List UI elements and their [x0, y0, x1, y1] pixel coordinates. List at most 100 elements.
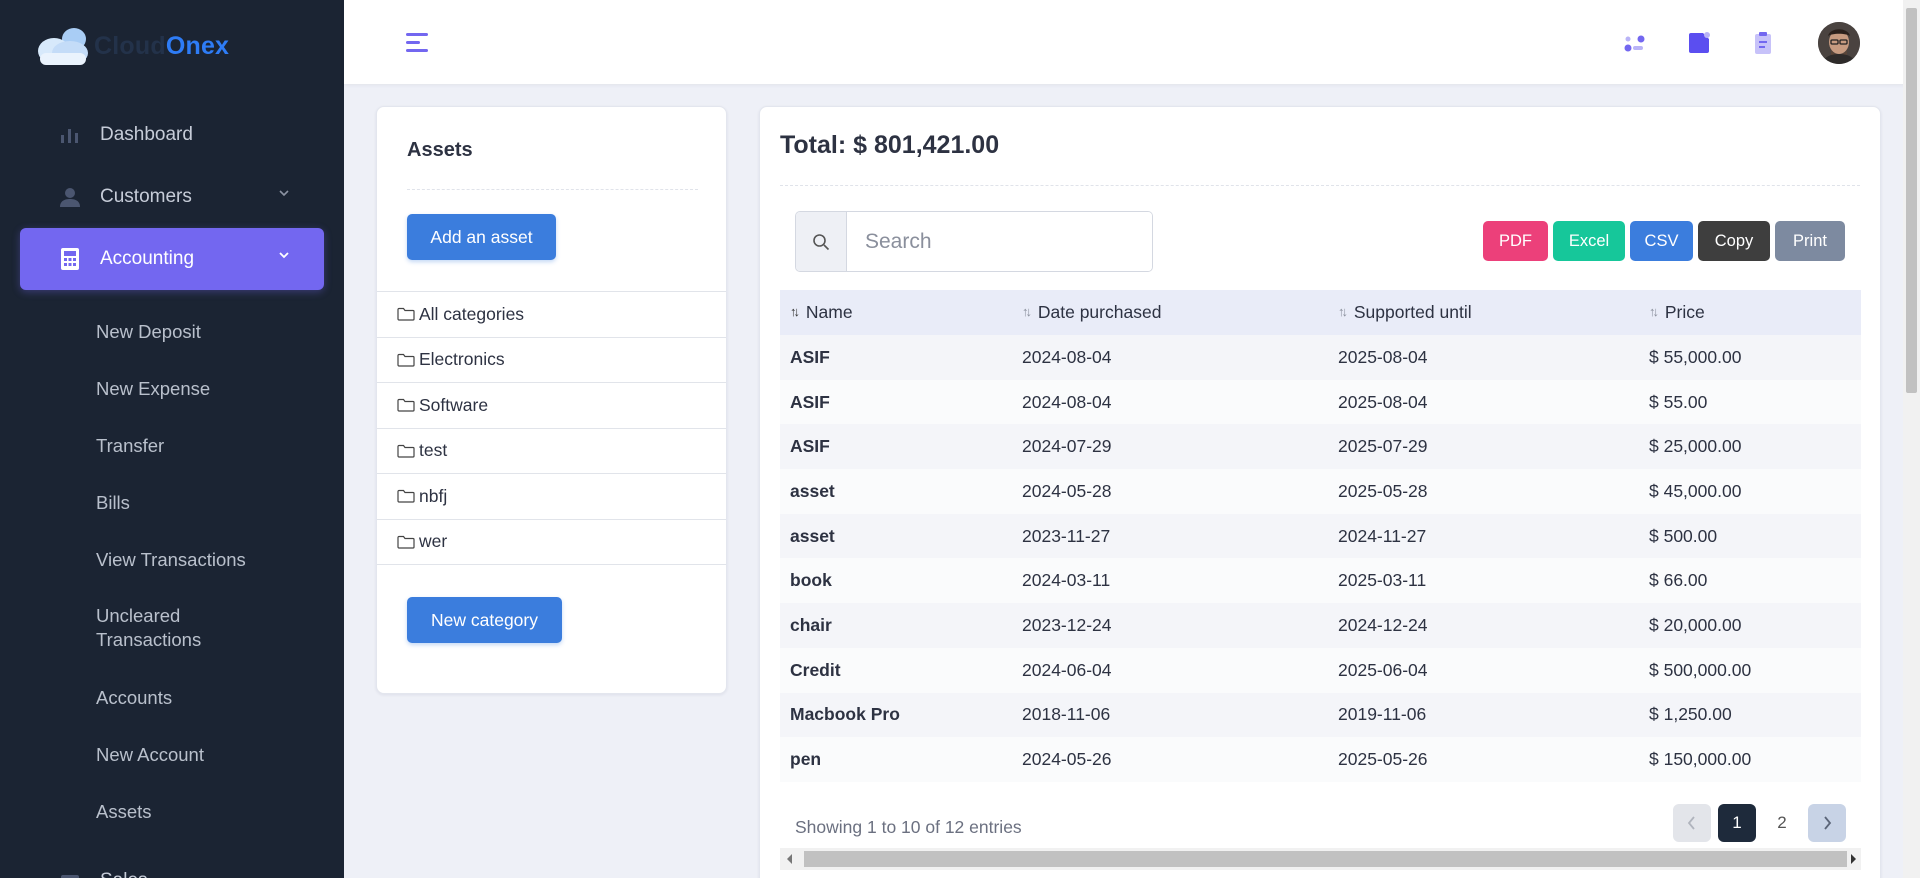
cell-name[interactable]: Credit	[780, 647, 1012, 693]
category-item[interactable]: test	[377, 429, 726, 474]
user-icon	[56, 183, 84, 211]
table-header-row: ↑↓ Name ↑↓ Date purchased ↑↓ Supported u…	[780, 290, 1861, 335]
cell-date-purchased: 2023-12-24	[1012, 603, 1328, 648]
folder-icon	[397, 490, 415, 503]
sidebar-item-label: Accounting	[100, 248, 195, 269]
new-category-button[interactable]: New category	[407, 597, 562, 643]
cell-price: $ 500.00	[1639, 513, 1861, 559]
scroll-left-arrow-icon[interactable]	[786, 853, 794, 865]
cell-name[interactable]: asset	[780, 469, 1012, 514]
search-box	[795, 211, 1153, 272]
sidebar-subitem-new-expense[interactable]: New Expense	[96, 377, 210, 401]
category-item[interactable]: wer	[377, 520, 726, 565]
column-header-price[interactable]: ↑↓ Price	[1639, 290, 1861, 335]
folder-icon	[397, 399, 415, 412]
sidebar-subitem-assets[interactable]: Assets	[96, 800, 152, 824]
cell-name[interactable]: Macbook Pro	[780, 692, 1012, 738]
notes-icon[interactable]	[1686, 30, 1712, 56]
folder-icon	[397, 444, 415, 458]
search-input[interactable]	[847, 212, 1152, 271]
cell-name[interactable]: book	[780, 558, 1012, 604]
vertical-scrollbar[interactable]	[1903, 0, 1920, 878]
bar-chart-icon	[56, 121, 84, 149]
table-row[interactable]: pen 2024-05-26 2025-05-26 $ 150,000.00	[780, 737, 1861, 782]
sidebar-item-label: Dashboard	[100, 124, 193, 145]
export-pdf-button[interactable]: PDF	[1483, 221, 1548, 261]
sidebar-subitem-transfer[interactable]: Transfer	[96, 434, 164, 458]
apps-icon[interactable]	[1622, 30, 1648, 56]
table-row[interactable]: ASIF 2024-08-04 2025-08-04 $ 55.00	[780, 379, 1861, 425]
scrollbar-thumb[interactable]	[1906, 8, 1917, 393]
pagination-page-1[interactable]: 1	[1718, 804, 1756, 842]
category-label: Electronics	[419, 349, 505, 370]
sidebar-subitem-new-account[interactable]: New Account	[96, 743, 204, 767]
cell-name[interactable]: asset	[780, 513, 1012, 559]
table-row[interactable]: book 2024-03-11 2025-03-11 $ 66.00	[780, 558, 1861, 604]
sort-icon: ↑↓	[1649, 304, 1659, 319]
sort-icon: ↑↓	[790, 304, 800, 319]
add-asset-button[interactable]: Add an asset	[407, 214, 556, 260]
pagination-next-button[interactable]	[1808, 804, 1846, 842]
table-row[interactable]: asset 2024-05-28 2025-05-28 $ 45,000.00	[780, 469, 1861, 514]
hamburger-menu-icon[interactable]	[404, 30, 432, 56]
horizontal-scrollbar[interactable]	[780, 848, 1861, 870]
category-item[interactable]: nbfj	[377, 474, 726, 520]
table-row[interactable]: ASIF 2024-08-04 2025-08-04 $ 55,000.00	[780, 335, 1861, 380]
table-row[interactable]: chair 2023-12-24 2024-12-24 $ 20,000.00	[780, 603, 1861, 648]
avatar[interactable]	[1818, 22, 1860, 64]
cart-icon	[56, 867, 84, 878]
folder-icon	[397, 535, 415, 549]
cell-date-purchased: 2023-11-27	[1012, 513, 1328, 559]
table-row[interactable]: Credit 2024-06-04 2025-06-04 $ 500,000.00	[780, 647, 1861, 693]
pagination-prev-button[interactable]	[1673, 804, 1711, 842]
cell-name[interactable]: chair	[780, 603, 1012, 648]
cell-price: $ 1,250.00	[1639, 692, 1861, 738]
export-excel-button[interactable]: Excel	[1553, 221, 1625, 261]
table-row[interactable]: asset 2023-11-27 2024-11-27 $ 500.00	[780, 513, 1861, 559]
pagination-page-2[interactable]: 2	[1763, 804, 1801, 842]
table-row[interactable]: Macbook Pro 2018-11-06 2019-11-06 $ 1,250.0…	[780, 692, 1861, 738]
sidebar-subitem-bills[interactable]: Bills	[96, 491, 130, 515]
category-item[interactable]: Electronics	[377, 338, 726, 383]
sidebar-subitem-uncleared-transactions[interactable]: Uncleared Transactions	[96, 604, 201, 652]
chevron-down-icon	[279, 190, 289, 197]
scroll-right-arrow-icon[interactable]	[1849, 853, 1857, 865]
total-amount: Total: $ 801,421.00	[780, 131, 1000, 159]
category-item[interactable]: All categories	[377, 292, 726, 338]
print-button[interactable]: Print	[1775, 221, 1845, 261]
cell-name[interactable]: ASIF	[780, 424, 1012, 470]
copy-button[interactable]: Copy	[1698, 221, 1770, 261]
category-label: test	[419, 440, 448, 461]
column-header-date-purchased[interactable]: ↑↓ Date purchased	[1012, 290, 1328, 335]
cell-price: $ 500,000.00	[1639, 647, 1861, 693]
table-row[interactable]: ASIF 2024-07-29 2025-07-29 $ 25,000.00	[780, 424, 1861, 470]
sidebar-item-customers[interactable]: Customers	[20, 166, 324, 228]
column-header-supported-until[interactable]: ↑↓ Supported until	[1328, 290, 1639, 335]
sidebar-subitem-accounts[interactable]: Accounts	[96, 686, 172, 710]
cell-date-purchased: 2024-06-04	[1012, 647, 1328, 693]
category-item[interactable]: Software	[377, 383, 726, 429]
cell-date-purchased: 2024-08-04	[1012, 379, 1328, 425]
cell-name[interactable]: ASIF	[780, 335, 1012, 380]
assets-table: ↑↓ Name ↑↓ Date purchased ↑↓ Supported u…	[780, 290, 1861, 782]
sidebar-subitem-view-transactions[interactable]: View Transactions	[96, 548, 246, 572]
export-csv-button[interactable]: CSV	[1630, 221, 1693, 261]
sidebar-item-accounting[interactable]: Accounting	[20, 228, 324, 290]
cell-name[interactable]: pen	[780, 737, 1012, 782]
category-label: nbfj	[419, 485, 448, 506]
divider	[407, 189, 698, 190]
cell-price: $ 150,000.00	[1639, 737, 1861, 782]
sidebar-item-sales[interactable]: Sales	[20, 850, 324, 878]
assets-table-panel: Total: $ 801,421.00 PDF Excel CSV Copy P…	[759, 106, 1881, 878]
sort-icon: ↑↓	[1022, 304, 1032, 319]
sort-icon: ↑↓	[1338, 304, 1348, 319]
clipboard-icon[interactable]	[1750, 30, 1776, 56]
cell-name[interactable]: ASIF	[780, 379, 1012, 425]
brand-logo[interactable]: CloudOnex	[34, 18, 229, 74]
scrollbar-thumb[interactable]	[804, 851, 1847, 867]
cell-supported-until: 2024-12-24	[1328, 603, 1639, 648]
sidebar-item-dashboard[interactable]: Dashboard	[20, 104, 324, 166]
column-header-name[interactable]: ↑↓ Name	[780, 290, 1012, 335]
sidebar-subitem-new-deposit[interactable]: New Deposit	[96, 320, 201, 344]
category-label: All categories	[419, 303, 525, 324]
